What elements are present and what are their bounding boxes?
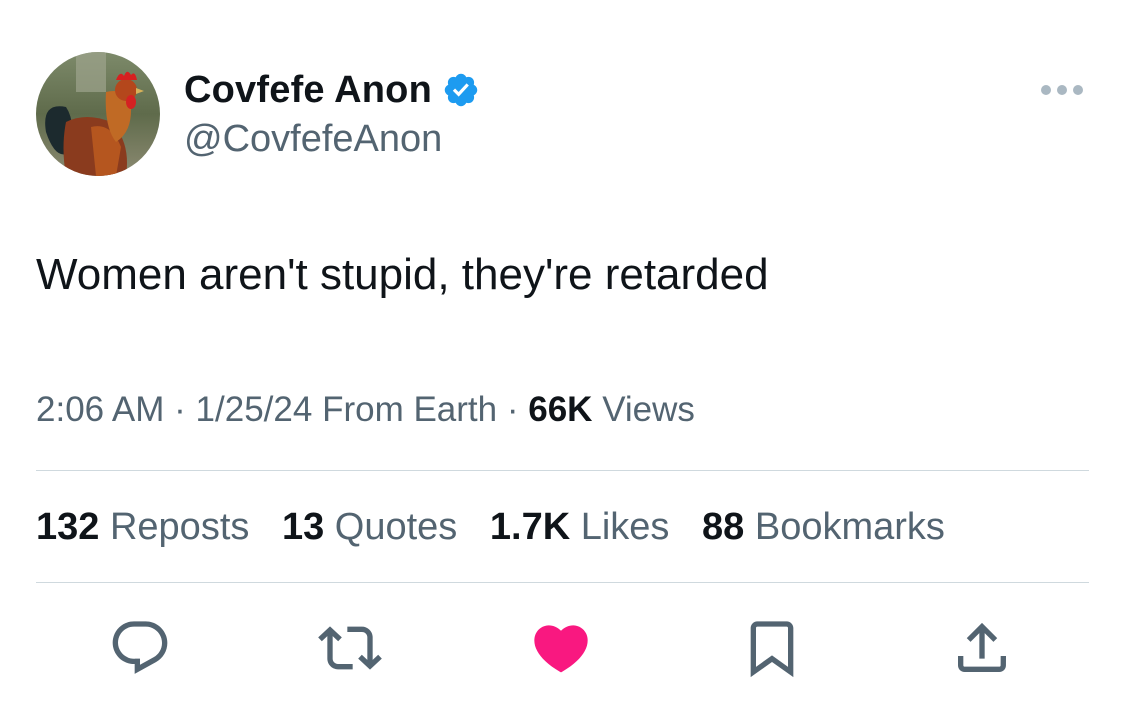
tweet-text: Women aren't stupid, they're retarded <box>36 250 769 299</box>
reposts-stat[interactable]: 132 Reposts <box>36 506 249 549</box>
views-label[interactable]: Views <box>602 390 695 429</box>
quotes-count: 13 <box>281 506 325 548</box>
more-options-button[interactable] <box>1036 78 1088 102</box>
quotes-stat[interactable]: 13 Quotes <box>282 506 457 549</box>
more-dots-icon <box>1041 85 1083 95</box>
like-button[interactable] <box>529 616 593 680</box>
bookmark-icon <box>750 621 794 678</box>
reposts-label: Reposts <box>109 506 250 548</box>
rooster-avatar-icon <box>36 52 160 176</box>
repost-icon <box>318 626 382 670</box>
tweet-time[interactable]: 2:06 AM <box>36 390 164 429</box>
likes-count: 1.7K <box>489 506 571 548</box>
author-name-row: Covfefe Anon <box>184 66 480 114</box>
meta-separator: · <box>174 390 186 429</box>
reply-button[interactable] <box>108 616 172 680</box>
share-icon <box>958 622 1006 672</box>
engagement-stats: 132 Reposts 13 Quotes 1.7K Likes 88 Book… <box>36 506 967 549</box>
divider <box>36 470 1089 471</box>
display-name[interactable]: Covfefe Anon <box>184 69 432 112</box>
author-handle[interactable]: @CovfefeAnon <box>184 118 442 161</box>
bookmarks-stat[interactable]: 88 Bookmarks <box>702 506 945 549</box>
meta-separator: · <box>506 390 519 429</box>
bookmarks-label: Bookmarks <box>754 506 945 548</box>
tweet-source: From Earth <box>322 390 498 429</box>
bookmarks-count: 88 <box>702 506 745 548</box>
likes-label: Likes <box>580 506 670 548</box>
reposts-count: 132 <box>36 506 100 548</box>
tweet-meta: 2:06 AM · 1/25/24 From Earth · 66K Views <box>36 390 695 430</box>
share-button[interactable] <box>950 616 1014 680</box>
reply-icon <box>112 621 168 674</box>
likes-stat[interactable]: 1.7K Likes <box>490 506 670 549</box>
verified-badge-icon[interactable] <box>442 71 480 109</box>
divider <box>36 582 1089 583</box>
heart-icon <box>534 625 588 673</box>
bookmark-button[interactable] <box>740 616 804 680</box>
avatar[interactable] <box>36 52 160 176</box>
repost-button[interactable] <box>318 616 382 680</box>
views-count[interactable]: 66K <box>528 390 592 429</box>
quotes-label: Quotes <box>334 506 458 548</box>
tweet-date[interactable]: 1/25/24 <box>196 390 313 429</box>
